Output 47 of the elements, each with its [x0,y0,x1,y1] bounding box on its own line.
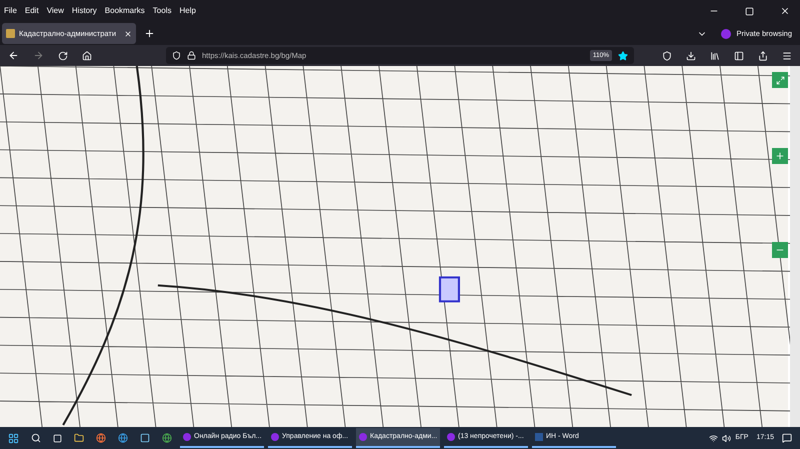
volume-icon [722,434,732,442]
search-icon[interactable] [31,433,41,443]
wifi-icon [709,434,718,442]
task-view-icon[interactable] [53,434,62,442]
menu-item[interactable]: History [72,5,97,17]
menu-item[interactable]: Edit [24,5,39,17]
scrollbar[interactable] [790,66,800,427]
browser-icon [183,433,191,441]
window-icon[interactable] [140,433,150,443]
close-icon[interactable] [780,6,790,16]
globe-icon[interactable] [162,433,172,443]
document-icon [535,433,543,441]
sidebar-icon[interactable] [734,50,744,60]
expand-icon [776,76,784,84]
library-icon[interactable] [710,50,720,60]
browser-icon [359,433,367,441]
browser-icon [447,433,455,441]
share-icon[interactable] [758,50,768,60]
forward-icon[interactable] [33,50,44,61]
start-icon[interactable] [8,432,19,444]
plus-icon [775,151,785,161]
new-tab-icon[interactable] [144,28,155,39]
menu-item[interactable]: Tools [152,5,172,17]
menu-item[interactable]: Help [179,5,196,17]
browser-icon [271,433,279,441]
lock-icon [187,51,196,60]
reload-icon[interactable] [58,50,68,60]
back-icon[interactable] [8,50,19,61]
site-favicon-icon [6,29,15,38]
fullscreen-button[interactable] [772,72,788,88]
menu-item[interactable]: Bookmarks [104,5,145,17]
restore-icon[interactable] [745,6,754,16]
close-tab-icon[interactable] [124,30,132,38]
menu-item[interactable]: File [4,5,17,17]
zoom-out-button[interactable] [772,242,788,258]
zoom-in-button[interactable] [772,148,788,164]
folder-icon[interactable] [74,433,84,443]
private-browsing-icon [720,28,731,38]
home-icon[interactable] [82,50,92,60]
globe-icon[interactable] [118,433,128,443]
shield-icon [172,51,181,60]
bookmark-star-icon[interactable] [618,50,628,60]
notifications-icon[interactable] [782,433,792,443]
menu-item[interactable]: View [46,5,64,17]
globe-icon[interactable] [96,433,106,443]
download-icon[interactable] [686,50,696,60]
menu-icon[interactable] [782,50,792,60]
